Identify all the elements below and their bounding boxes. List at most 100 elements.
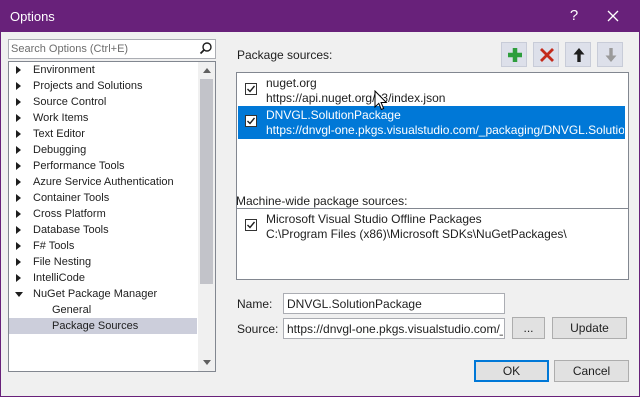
tree-item-label: Container Tools bbox=[33, 192, 110, 204]
tree-item[interactable]: Database Tools bbox=[9, 222, 197, 238]
collapsed-arrow-icon[interactable] bbox=[16, 242, 21, 250]
tree-item[interactable]: F# Tools bbox=[9, 238, 197, 254]
collapsed-arrow-icon[interactable] bbox=[16, 146, 21, 154]
tree-item[interactable]: Environment bbox=[9, 62, 197, 78]
expanded-arrow-icon[interactable] bbox=[15, 292, 23, 297]
tree-item-label: Environment bbox=[33, 64, 95, 76]
collapsed-arrow-icon[interactable] bbox=[16, 210, 21, 218]
tree-item-label: File Nesting bbox=[33, 256, 92, 268]
source-url: C:\Program Files (x86)\Microsoft SDKs\Nu… bbox=[266, 227, 567, 241]
tree-item[interactable]: Cross Platform bbox=[9, 206, 197, 222]
source-label: Source: bbox=[237, 322, 279, 336]
update-button[interactable]: Update bbox=[552, 317, 627, 339]
machine-sources-list[interactable]: Microsoft Visual Studio Offline Packages… bbox=[236, 208, 629, 280]
collapsed-arrow-icon[interactable] bbox=[16, 194, 21, 202]
package-sources-label: Package sources: bbox=[237, 48, 333, 62]
checkmark-icon bbox=[247, 117, 255, 125]
source-name: Microsoft Visual Studio Offline Packages bbox=[266, 212, 482, 226]
tree-item-label: Debugging bbox=[33, 144, 87, 156]
search-input[interactable] bbox=[11, 41, 193, 56]
search-icon[interactable] bbox=[199, 41, 213, 56]
close-button[interactable] bbox=[601, 5, 625, 27]
ok-button[interactable]: OK bbox=[474, 360, 549, 382]
tree-item[interactable]: General bbox=[9, 302, 197, 318]
tree-item[interactable]: Source Control bbox=[9, 94, 197, 110]
scroll-thumb[interactable] bbox=[200, 79, 213, 284]
collapsed-arrow-icon[interactable] bbox=[16, 82, 21, 90]
tree-item[interactable]: Work Items bbox=[9, 110, 197, 126]
tree-item[interactable]: Debugging bbox=[9, 142, 197, 158]
list-item[interactable]: DNVGL.SolutionPackage https://dnvgl-one.… bbox=[238, 106, 625, 139]
tree-item-label: Work Items bbox=[33, 112, 89, 124]
cancel-button[interactable]: Cancel bbox=[554, 360, 629, 382]
tree-item-label: Database Tools bbox=[33, 224, 109, 236]
tree-list: Environment Projects and Solutions Source … bbox=[9, 62, 197, 334]
tree-item[interactable]: Azure Service Authentication bbox=[9, 174, 197, 190]
browse-button[interactable]: ... bbox=[512, 317, 545, 339]
tree-item-label: Source Control bbox=[33, 96, 107, 108]
close-icon bbox=[607, 10, 619, 22]
search-box[interactable] bbox=[8, 39, 216, 59]
remove-source-button[interactable] bbox=[533, 42, 559, 67]
tree-item[interactable]: IntelliCode bbox=[9, 270, 197, 286]
name-label: Name: bbox=[237, 297, 273, 311]
mouse-cursor-icon bbox=[374, 90, 388, 111]
checkmark-icon bbox=[247, 85, 255, 93]
collapsed-arrow-icon[interactable] bbox=[16, 162, 21, 170]
tree-item[interactable]: File Nesting bbox=[9, 254, 197, 270]
arrow-up-icon bbox=[573, 48, 585, 62]
source-name: nuget.org bbox=[266, 76, 317, 90]
tree-item-label: Text Editor bbox=[33, 128, 85, 140]
collapsed-arrow-icon[interactable] bbox=[16, 226, 21, 234]
tree-item-label: General bbox=[52, 304, 92, 316]
options-tree[interactable]: Environment Projects and Solutions Source … bbox=[8, 61, 216, 372]
enabled-checkbox[interactable] bbox=[245, 219, 257, 231]
list-item[interactable]: Microsoft Visual Studio Offline Packages… bbox=[238, 210, 625, 243]
tree-item-label: IntelliCode bbox=[33, 272, 85, 284]
source-value: https://dnvgl-one.pkgs.visualstudio.com/… bbox=[287, 322, 503, 336]
source-field[interactable]: https://dnvgl-one.pkgs.visualstudio.com/… bbox=[283, 318, 505, 339]
remove-icon bbox=[540, 48, 554, 62]
collapsed-arrow-icon[interactable] bbox=[16, 114, 21, 122]
tree-item[interactable]: Projects and Solutions bbox=[9, 78, 197, 94]
tree-scrollbar[interactable] bbox=[198, 62, 215, 371]
name-field[interactable]: DNVGL.SolutionPackage bbox=[283, 293, 505, 314]
collapsed-arrow-icon[interactable] bbox=[16, 66, 21, 74]
add-source-button[interactable] bbox=[501, 42, 527, 67]
add-icon bbox=[508, 48, 522, 62]
tree-item-label: Projects and Solutions bbox=[33, 80, 143, 92]
collapsed-arrow-icon[interactable] bbox=[16, 274, 21, 282]
tree-item-label: Azure Service Authentication bbox=[33, 176, 174, 188]
tree-item-label: Package Sources bbox=[52, 320, 139, 332]
tree-item[interactable]: NuGet Package Manager bbox=[9, 286, 197, 302]
source-url: https://api.nuget.org/v3/index.json bbox=[266, 91, 446, 105]
tree-item[interactable]: Container Tools bbox=[9, 190, 197, 206]
scroll-up-button[interactable] bbox=[198, 62, 215, 79]
dialog-body: Environment Projects and Solutions Source … bbox=[1, 32, 639, 396]
tree-item-label: F# Tools bbox=[33, 240, 75, 252]
tree-item[interactable]: Text Editor bbox=[9, 126, 197, 142]
tree-item-label: NuGet Package Manager bbox=[33, 288, 158, 300]
title-bar: Options ? bbox=[1, 1, 639, 32]
tree-item[interactable]: Performance Tools bbox=[9, 158, 197, 174]
help-button[interactable]: ? bbox=[562, 5, 586, 27]
list-item[interactable]: nuget.org https://api.nuget.org/v3/index… bbox=[238, 74, 625, 107]
tree-item-label: Performance Tools bbox=[33, 160, 125, 172]
collapsed-arrow-icon[interactable] bbox=[16, 98, 21, 106]
collapsed-arrow-icon[interactable] bbox=[16, 258, 21, 266]
enabled-checkbox[interactable] bbox=[245, 83, 257, 95]
move-down-button[interactable] bbox=[597, 42, 623, 67]
enabled-checkbox[interactable] bbox=[245, 115, 257, 127]
tree-item-label: Cross Platform bbox=[33, 208, 106, 220]
collapsed-arrow-icon[interactable] bbox=[16, 178, 21, 186]
collapsed-arrow-icon[interactable] bbox=[16, 130, 21, 138]
options-window: Options ? Environment Projects and Soluti… bbox=[0, 0, 640, 397]
tree-item[interactable]: Package Sources bbox=[9, 318, 197, 334]
checkmark-icon bbox=[247, 221, 255, 229]
scroll-down-button[interactable] bbox=[198, 354, 215, 371]
machine-sources-label: Machine-wide package sources: bbox=[236, 194, 408, 208]
arrow-down-icon bbox=[605, 48, 617, 62]
source-url: https://dnvgl-one.pkgs.visualstudio.com/… bbox=[266, 123, 624, 137]
move-up-button[interactable] bbox=[565, 42, 591, 67]
window-title: Options bbox=[10, 9, 55, 24]
